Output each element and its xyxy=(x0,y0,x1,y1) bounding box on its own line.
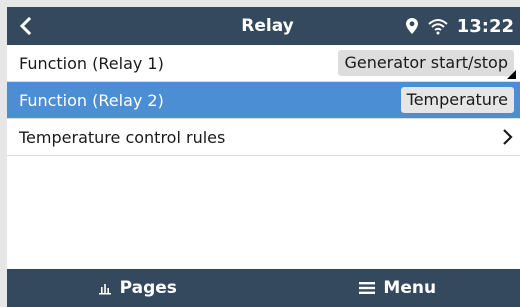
row-label: Function (Relay 1) xyxy=(19,54,164,73)
status-indicators: 13:22 xyxy=(405,7,514,45)
menu-label: Menu xyxy=(383,278,436,298)
menu-button[interactable]: Menu xyxy=(268,269,520,307)
header-bar: Relay 13:22 xyxy=(7,7,520,45)
pages-label: Pages xyxy=(120,278,177,298)
relay-1-function-value: Generator start/stop xyxy=(338,50,514,76)
pages-chart-icon xyxy=(98,281,112,295)
wifi-icon xyxy=(427,17,449,35)
pages-button[interactable]: Pages xyxy=(7,269,268,307)
clock-time: 13:22 xyxy=(457,16,514,37)
dropdown-corner-indicator xyxy=(507,70,516,79)
row-function-relay-2[interactable]: Function (Relay 2) Temperature xyxy=(7,82,520,119)
footer-bar: Pages Menu xyxy=(7,269,520,307)
row-label: Temperature control rules xyxy=(19,128,225,147)
relay-screen: Relay 13:22 Function (Relay 1) Generator… xyxy=(7,7,520,307)
settings-list: Function (Relay 1) Generator start/stop … xyxy=(7,45,520,156)
row-function-relay-1[interactable]: Function (Relay 1) Generator start/stop xyxy=(7,45,520,82)
row-label: Function (Relay 2) xyxy=(19,91,164,110)
row-temperature-control-rules[interactable]: Temperature control rules xyxy=(7,119,520,156)
chevron-right-icon xyxy=(502,127,514,147)
relay-2-function-value: Temperature xyxy=(401,87,514,113)
location-pin-icon xyxy=(405,17,419,35)
hamburger-menu-icon xyxy=(359,281,375,295)
